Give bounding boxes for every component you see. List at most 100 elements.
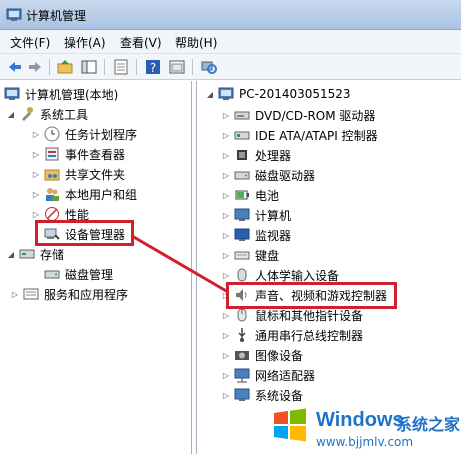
device-category-ide[interactable]: ▷ IDE ATA/ATAPI 控制器 <box>221 125 378 145</box>
expand-arrow-icon[interactable]: ▷ <box>10 289 20 299</box>
toolbar-separator <box>49 59 50 75</box>
tree-item-label: 服务和应用程序 <box>44 287 129 302</box>
tree-item-label: 系统工具 <box>40 107 89 122</box>
device-category-label: 键盘 <box>255 248 280 263</box>
camera-icon <box>235 351 249 360</box>
title-bar: 计算机管理 <box>0 0 461 30</box>
tree-item-local-users[interactable]: ▷ 本地用户和组 <box>31 184 137 204</box>
watermark: Windows 系统之家 www.bjjmlv.com <box>264 401 461 454</box>
network-adapter-icon <box>234 368 250 383</box>
collapse-arrow-icon[interactable]: ◢ <box>6 109 16 119</box>
expand-arrow-icon[interactable]: ▷ <box>221 110 231 120</box>
menu-view[interactable]: 查看(V) <box>120 34 162 51</box>
tree-item-disk-management[interactable]: 磁盘管理 <box>44 264 113 284</box>
highlight-device-manager <box>35 220 134 246</box>
device-category-label: DVD/CD-ROM 驱动器 <box>255 108 376 123</box>
ide-controller-icon <box>234 131 250 140</box>
expand-arrow-icon[interactable]: ▷ <box>221 350 231 360</box>
expand-arrow-icon[interactable]: ▷ <box>221 210 231 220</box>
computer-management-icon <box>6 8 22 21</box>
export-list-icon[interactable] <box>112 58 130 76</box>
expand-arrow-icon[interactable]: ▷ <box>221 330 231 340</box>
mouse-icon <box>237 308 247 322</box>
device-category-imaging[interactable]: ▷ 图像设备 <box>221 345 303 365</box>
device-category-dvd[interactable]: ▷ DVD/CD-ROM 驱动器 <box>221 105 376 125</box>
expand-arrow-icon[interactable]: ▷ <box>221 230 231 240</box>
tree-item-storage[interactable]: ◢ 存储 <box>6 244 64 264</box>
shared-folder-icon <box>44 169 60 181</box>
device-category-label: 监视器 <box>255 228 292 243</box>
device-category-label: 通用串行总线控制器 <box>255 328 364 343</box>
expand-arrow-icon[interactable]: ▷ <box>221 270 231 280</box>
device-category-keyboards[interactable]: ▷ 键盘 <box>221 245 279 265</box>
expand-arrow-icon[interactable]: ▷ <box>221 250 231 260</box>
tree-root[interactable]: 计算机管理(本地) <box>4 84 118 104</box>
watermark-site-name: 系统之家 <box>396 415 461 434</box>
forward-icon[interactable] <box>26 58 44 76</box>
properties-icon[interactable] <box>168 58 186 76</box>
expand-arrow-icon[interactable]: ▷ <box>221 310 231 320</box>
tree-item-services-apps[interactable]: ▷ 服务和应用程序 <box>10 284 128 304</box>
computer-management-icon <box>4 87 20 100</box>
device-category-label: 网络适配器 <box>255 368 316 383</box>
device-category-label: 磁盘驱动器 <box>255 168 316 183</box>
tree-item-task-scheduler[interactable]: ▷ 任务计划程序 <box>31 124 137 144</box>
device-category-network[interactable]: ▷ 网络适配器 <box>221 365 315 385</box>
battery-icon <box>235 190 249 200</box>
device-category-label: 计算机 <box>255 208 292 223</box>
device-category-usb[interactable]: ▷ 通用串行总线控制器 <box>221 325 363 345</box>
menu-file[interactable]: 文件(F) <box>10 34 50 51</box>
watermark-url: www.bjjmlv.com <box>316 435 414 449</box>
window-title: 计算机管理 <box>26 9 87 23</box>
windows-logo-icon <box>274 408 306 442</box>
device-category-monitors[interactable]: ▷ 监视器 <box>221 225 291 245</box>
computer-icon <box>218 87 234 100</box>
keyboard-icon <box>234 251 250 260</box>
collapse-arrow-icon[interactable]: ◢ <box>6 249 16 259</box>
device-category-disk-drives[interactable]: ▷ 磁盘驱动器 <box>221 165 315 185</box>
device-category-label: 鼠标和其他指针设备 <box>255 308 364 323</box>
expand-arrow-icon[interactable]: ▷ <box>221 150 231 160</box>
tree-item-event-viewer[interactable]: ▷ 事件查看器 <box>31 144 125 164</box>
tree-item-label: 磁盘管理 <box>65 267 114 282</box>
device-root[interactable]: ◢ PC-201403051523 <box>205 84 351 104</box>
device-category-battery[interactable]: ▷ 电池 <box>221 185 279 205</box>
expand-arrow-icon[interactable]: ▷ <box>31 209 41 219</box>
menu-help[interactable]: 帮助(H) <box>175 34 217 51</box>
watermark-brand: Windows <box>316 409 404 431</box>
collapse-arrow-icon[interactable]: ◢ <box>205 89 215 99</box>
tree-item-label: 本地用户和组 <box>65 187 138 202</box>
expand-arrow-icon[interactable]: ▷ <box>221 370 231 380</box>
tree-item-shared-folders[interactable]: ▷ 共享文件夹 <box>31 164 125 184</box>
expand-arrow-icon[interactable]: ▷ <box>221 390 231 400</box>
back-icon[interactable] <box>6 58 24 76</box>
highlight-sound-controllers <box>226 282 397 309</box>
device-category-label: IDE ATA/ATAPI 控制器 <box>255 128 378 143</box>
expand-arrow-icon[interactable]: ▷ <box>221 130 231 140</box>
tree-item-label: 任务计划程序 <box>65 127 138 142</box>
toolbar-separator <box>136 59 137 75</box>
toolbar-separator <box>104 59 105 75</box>
scan-hardware-icon[interactable] <box>200 58 218 76</box>
expand-arrow-icon[interactable]: ▷ <box>31 189 41 199</box>
expand-arrow-icon[interactable]: ▷ <box>31 169 41 179</box>
expand-arrow-icon[interactable]: ▷ <box>31 149 41 159</box>
tree-item-system-tools[interactable]: ◢ 系统工具 <box>6 104 88 124</box>
expand-arrow-icon[interactable]: ▷ <box>221 170 231 180</box>
device-category-label: 图像设备 <box>255 348 304 363</box>
hid-icon <box>237 268 247 282</box>
menu-action[interactable]: 操作(A) <box>64 34 106 51</box>
up-folder-icon[interactable] <box>56 58 74 76</box>
toolbar: ? <box>0 54 461 80</box>
system-device-icon <box>234 388 250 401</box>
left-navigation-pane: 计算机管理(本地) ◢ 系统工具 ▷ 任务计划程序 ▷ 事件查看器 ▷ 共享文件… <box>0 81 192 454</box>
processor-icon <box>237 150 247 160</box>
help-icon[interactable]: ? <box>144 58 162 76</box>
show-hide-tree-icon[interactable] <box>80 58 98 76</box>
expand-arrow-icon[interactable]: ▷ <box>31 129 41 139</box>
device-category-cpu[interactable]: ▷ 处理器 <box>221 145 291 165</box>
expand-arrow-icon[interactable]: ▷ <box>221 190 231 200</box>
storage-icon <box>19 249 35 259</box>
tree-item-label: 事件查看器 <box>65 147 126 162</box>
device-category-computer[interactable]: ▷ 计算机 <box>221 205 291 225</box>
